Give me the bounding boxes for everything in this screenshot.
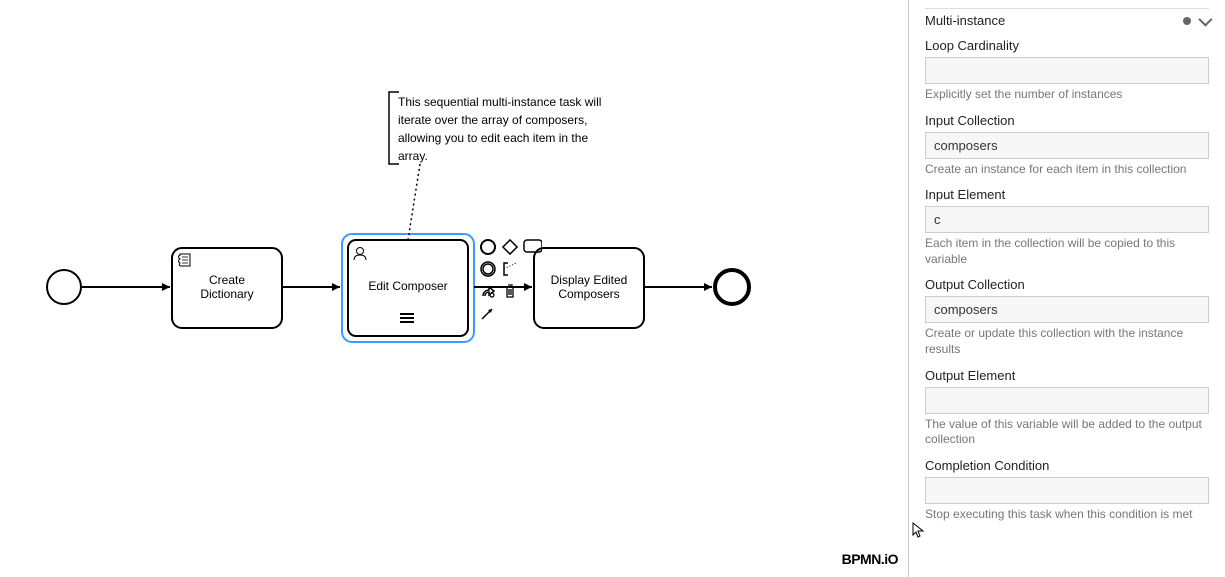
append-intermediate-event-icon[interactable] xyxy=(478,259,498,279)
input-element-label: Input Element xyxy=(925,187,1209,202)
start-event[interactable] xyxy=(47,270,81,304)
append-task-icon[interactable] xyxy=(522,237,542,257)
task-display-composers-label-1: Display Edited xyxy=(551,273,628,287)
task-create-dictionary-label-2: Dictionary xyxy=(200,287,253,301)
output-element-label: Output Element xyxy=(925,368,1209,383)
input-element-help: Each item in the collection will be copi… xyxy=(925,236,1209,267)
append-gateway-icon[interactable] xyxy=(500,237,520,257)
input-element-input[interactable] xyxy=(925,206,1209,233)
loop-cardinality-label: Loop Cardinality xyxy=(925,38,1209,53)
loop-cardinality-help: Explicitly set the number of instances xyxy=(925,87,1209,103)
annotation-line-1: This sequential multi-instance task will xyxy=(398,95,601,109)
association-line[interactable] xyxy=(408,164,420,240)
chevron-down-icon[interactable] xyxy=(1198,12,1212,26)
panel-title: Multi-instance xyxy=(925,13,1005,28)
end-event[interactable] xyxy=(715,270,749,304)
loop-cardinality-input[interactable] xyxy=(925,57,1209,84)
task-create-dictionary-label-1: Create xyxy=(209,273,245,287)
change-type-icon[interactable] xyxy=(478,281,498,301)
annotation-line-4: array. xyxy=(398,149,428,163)
append-annotation-icon[interactable] xyxy=(500,259,520,279)
output-collection-input[interactable] xyxy=(925,296,1209,323)
input-collection-help: Create an instance for each item in this… xyxy=(925,162,1209,178)
annotation-line-2: iterate over the array of composers, xyxy=(398,113,587,127)
output-element-input[interactable] xyxy=(925,387,1209,414)
annotation-line-3: allowing you to edit each item in the xyxy=(398,131,588,145)
delete-icon[interactable] xyxy=(500,281,520,301)
input-collection-input[interactable] xyxy=(925,132,1209,159)
bpmn-io-logo: BPMN.iO xyxy=(842,551,898,567)
output-collection-help: Create or update this collection with th… xyxy=(925,326,1209,357)
input-collection-label: Input Collection xyxy=(925,113,1209,128)
task-edit-composer-label: Edit Composer xyxy=(368,279,447,293)
section-indicator-icon xyxy=(1183,17,1191,25)
append-end-event-icon[interactable] xyxy=(478,237,498,257)
bpmn-diagram: Create Dictionary Edit Composer Display … xyxy=(0,0,909,500)
connect-icon[interactable] xyxy=(478,303,498,323)
completion-condition-help: Stop executing this task when this condi… xyxy=(925,507,1209,523)
completion-condition-input[interactable] xyxy=(925,477,1209,504)
completion-condition-label: Completion Condition xyxy=(925,458,1209,473)
task-display-composers-label-2: Composers xyxy=(558,287,619,301)
context-pad xyxy=(478,237,542,323)
panel-section-header[interactable]: Multi-instance xyxy=(925,8,1209,32)
diagram-canvas[interactable]: Create Dictionary Edit Composer Display … xyxy=(0,0,909,577)
output-collection-label: Output Collection xyxy=(925,277,1209,292)
properties-panel: Multi-instance Loop Cardinality Explicit… xyxy=(909,0,1225,577)
output-element-help: The value of this variable will be added… xyxy=(925,417,1209,448)
